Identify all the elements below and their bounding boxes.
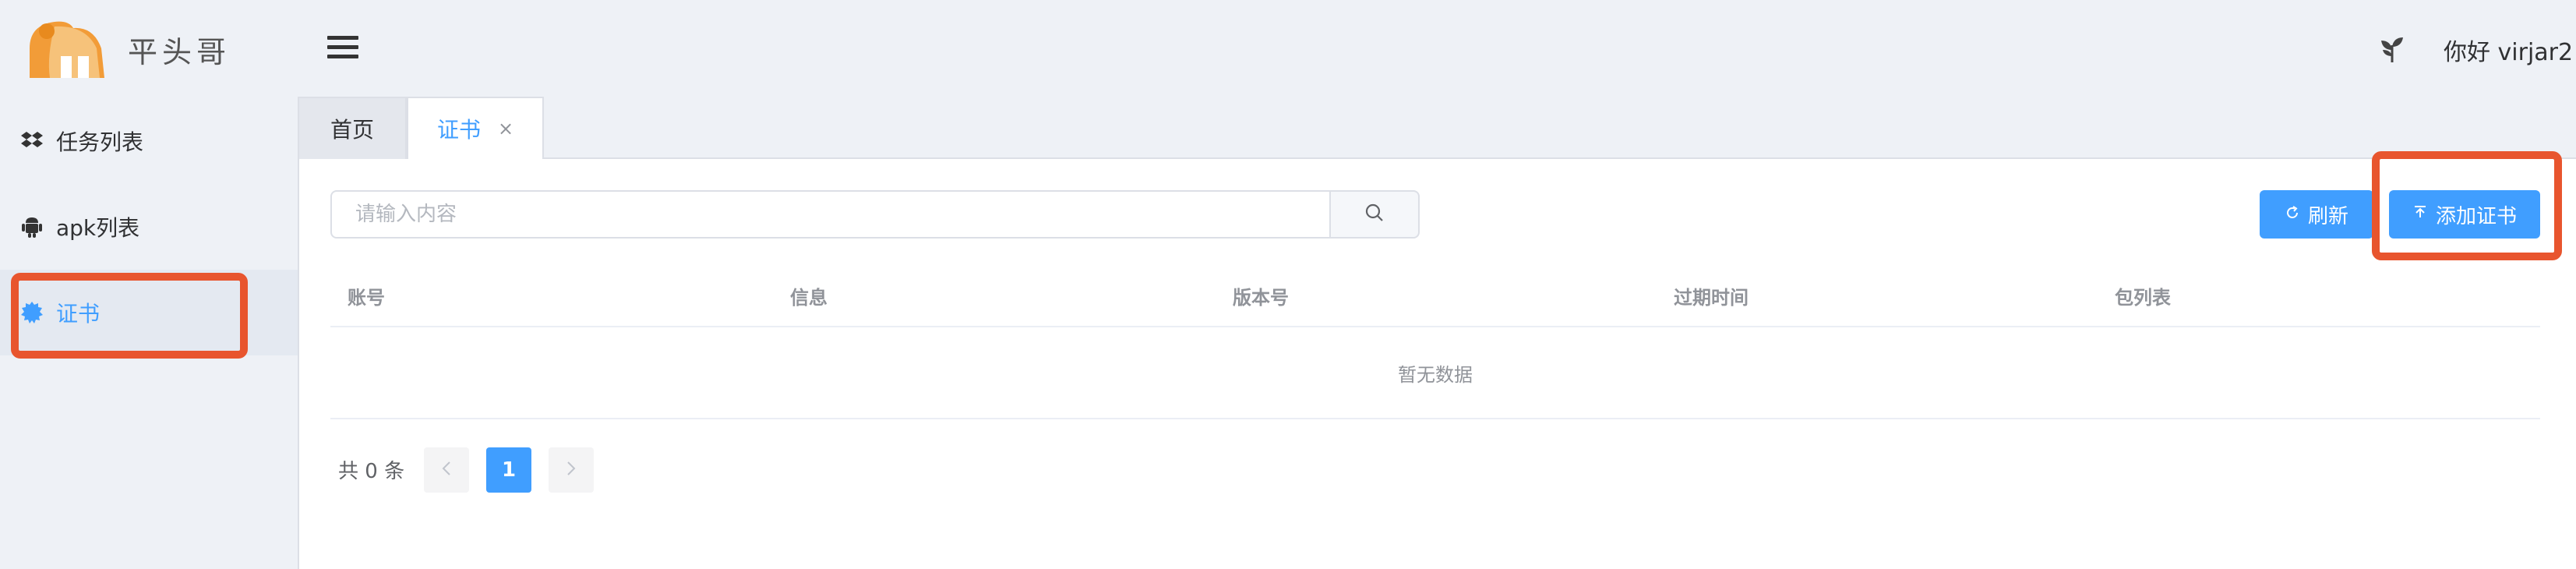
highlight-box-sidebar: [11, 273, 248, 359]
tab-home[interactable]: 首页: [298, 97, 407, 159]
plant-icon[interactable]: [2378, 34, 2406, 62]
refresh-label: 刷新: [2307, 204, 2348, 228]
next-page-button[interactable]: [549, 447, 594, 493]
hamburger-menu-icon[interactable]: [327, 36, 358, 61]
close-icon[interactable]: ×: [498, 118, 513, 140]
user-greeting[interactable]: 你好 virjar2: [2444, 33, 2573, 67]
column-header-account: 账号: [348, 287, 385, 309]
sidebar-item-task-list[interactable]: 任务列表: [0, 98, 298, 184]
column-header-package-list: 包列表: [2115, 287, 2171, 309]
tab-certificate[interactable]: 证书 ×: [407, 97, 544, 159]
brand-name: 平头哥: [128, 35, 231, 69]
brand-logo: [23, 17, 108, 80]
refresh-icon: [2285, 203, 2300, 226]
sidebar-item-label: apk列表: [56, 215, 140, 241]
table-empty-text: 暂无数据: [1398, 363, 1473, 386]
tab-label: 证书: [436, 117, 481, 143]
pagination-total: 共 0 条: [338, 460, 405, 483]
android-icon: [20, 215, 44, 239]
sidebar-item-apk-list[interactable]: apk列表: [0, 184, 298, 270]
page-number-button[interactable]: 1: [486, 447, 531, 493]
refresh-button[interactable]: 刷新: [2260, 190, 2373, 239]
prev-page-button[interactable]: [424, 447, 469, 493]
column-header-version: 版本号: [1233, 287, 1289, 309]
search-input[interactable]: [330, 190, 1331, 239]
column-header-expire-time: 过期时间: [1674, 287, 1749, 309]
tab-label: 首页: [330, 117, 374, 143]
chevron-right-icon: [566, 458, 577, 482]
highlight-box-add: [2372, 151, 2562, 260]
sidebar-item-label: 任务列表: [56, 129, 144, 155]
dropbox-icon: [20, 129, 44, 153]
search-icon: [1364, 203, 1385, 226]
column-header-info: 信息: [790, 287, 827, 309]
chevron-left-icon: [441, 458, 452, 482]
table-bottom-divider: [330, 418, 2540, 419]
search-button[interactable]: [1329, 190, 1420, 239]
